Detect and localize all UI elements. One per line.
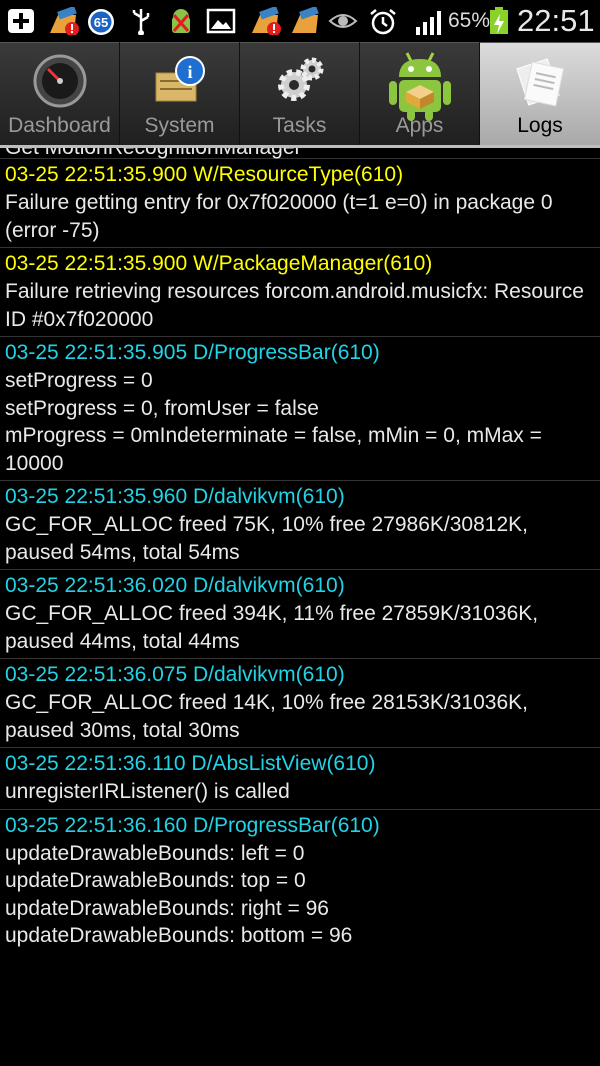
- log-entry-header: 03-25 22:51:36.160 D/ProgressBar(610): [5, 813, 380, 837]
- tab-tasks[interactable]: Tasks: [240, 42, 359, 146]
- battery-charging-icon: [490, 7, 508, 34]
- svg-text:65: 65: [94, 15, 108, 30]
- cleaner-broom-icon: [292, 7, 319, 33]
- log-list[interactable]: Get MotionRecognitionManager 03-25 22:51…: [0, 148, 600, 1066]
- log-entry[interactable]: 03-25 22:51:35.900 W/ResourceType(610) Fa…: [0, 159, 600, 248]
- alarm-icon: [370, 9, 396, 35]
- svg-text:i: i: [187, 62, 192, 82]
- log-entry-message: updateDrawableBounds: left = 0: [5, 841, 305, 865]
- log-entry-message: GC_FOR_ALLOC freed 75K, 10% free 27986K/…: [5, 513, 528, 564]
- log-entries: 03-25 22:51:35.900 W/ResourceType(610) Fa…: [0, 159, 600, 953]
- log-entry-header: 03-25 22:51:36.110 D/AbsListView(610): [5, 752, 376, 775]
- log-entry-header: 03-25 22:51:35.900 W/ResourceType(610): [5, 163, 404, 186]
- log-entry-message: updateDrawableBounds: bottom = 96: [5, 924, 353, 947]
- log-entry-message: mProgress = 0mIndeterminate = false, mMi…: [5, 424, 542, 475]
- log-entry[interactable]: 03-25 22:51:36.160 D/ProgressBar(610) upd…: [0, 810, 600, 953]
- android-debug-icon: [172, 9, 190, 33]
- clock: 22:51: [517, 3, 595, 38]
- cleaner-broom-alert-icon: [252, 7, 281, 35]
- log-entry-header: 03-25 22:51:35.905 D/ProgressBar(610): [5, 341, 380, 364]
- log-entry[interactable]: 03-25 22:51:35.960 D/dalvikvm(610) GC_FOR…: [0, 481, 600, 570]
- system-info-icon: i: [155, 56, 205, 102]
- status-bar: 65 65% 22:51: [0, 0, 600, 42]
- log-entry[interactable]: 03-25 22:51:35.905 D/ProgressBar(610) set…: [0, 337, 600, 481]
- log-entry[interactable]: 03-25 22:51:36.110 D/AbsListView(610) unr…: [0, 748, 600, 810]
- tab-system[interactable]: i System: [120, 42, 239, 146]
- log-entry-message: updateDrawableBounds: right = 96: [5, 896, 329, 920]
- tab-label: Tasks: [272, 114, 327, 137]
- log-entry[interactable]: 03-25 22:51:36.075 D/dalvikvm(610) GC_FOR…: [0, 659, 600, 748]
- tab-bar: Dashboard i System Tasks Apps Logs: [0, 42, 600, 146]
- log-entry-message: Failure getting entry for 0x7f020000 (t=…: [5, 191, 553, 242]
- log-entry[interactable]: 03-25 22:51:36.020 D/dalvikvm(610) GC_FOR…: [0, 570, 600, 659]
- android-apps-icon: [388, 52, 451, 121]
- badge-65-icon: 65: [88, 9, 114, 35]
- tab-label: Apps: [395, 114, 444, 137]
- log-entry-message: Failure retrieving resources forcom.andr…: [5, 280, 584, 331]
- tab-label: System: [144, 114, 215, 137]
- speedometer-icon: [33, 54, 86, 108]
- gallery-icon: [206, 8, 236, 34]
- log-entry-message: unregisterIRListener() is called: [5, 780, 290, 803]
- tab-dashboard[interactable]: Dashboard: [0, 42, 119, 146]
- log-partial-line: Get MotionRecognitionManager: [0, 148, 600, 159]
- log-entry-message: updateDrawableBounds: top = 0: [5, 869, 306, 892]
- usb-icon: [132, 9, 150, 35]
- log-entry-message: GC_FOR_ALLOC freed 394K, 11% free 27859K…: [5, 602, 539, 653]
- signal-icon: [416, 11, 441, 35]
- add-icon: [8, 9, 34, 33]
- battery-percent: 65%: [448, 9, 491, 32]
- log-entry-header: 03-25 22:51:35.900 W/PackageManager(610): [5, 252, 433, 275]
- tab-logs[interactable]: Logs: [480, 42, 600, 146]
- logs-papers-icon: [516, 58, 565, 107]
- log-entry-header: 03-25 22:51:35.960 D/dalvikvm(610): [5, 485, 345, 508]
- log-entry-header: 03-25 22:51:36.020 D/dalvikvm(610): [5, 574, 345, 597]
- log-entry-message: setProgress = 0, fromUser = false: [5, 396, 319, 420]
- cleaner-broom-alert-icon: [50, 7, 79, 35]
- tab-label: Dashboard: [8, 114, 111, 137]
- log-entry[interactable]: 03-25 22:51:35.900 W/PackageManager(610)…: [0, 248, 600, 337]
- log-entry-header: 03-25 22:51:36.075 D/dalvikvm(610): [5, 663, 345, 686]
- log-entry-message: GC_FOR_ALLOC freed 14K, 10% free 28153K/…: [5, 691, 528, 742]
- tab-label: Logs: [517, 114, 563, 137]
- tab-apps[interactable]: Apps: [360, 42, 479, 146]
- log-entry-message: setProgress = 0: [5, 369, 153, 392]
- gears-icon: [277, 57, 323, 101]
- eye-icon: [328, 14, 358, 28]
